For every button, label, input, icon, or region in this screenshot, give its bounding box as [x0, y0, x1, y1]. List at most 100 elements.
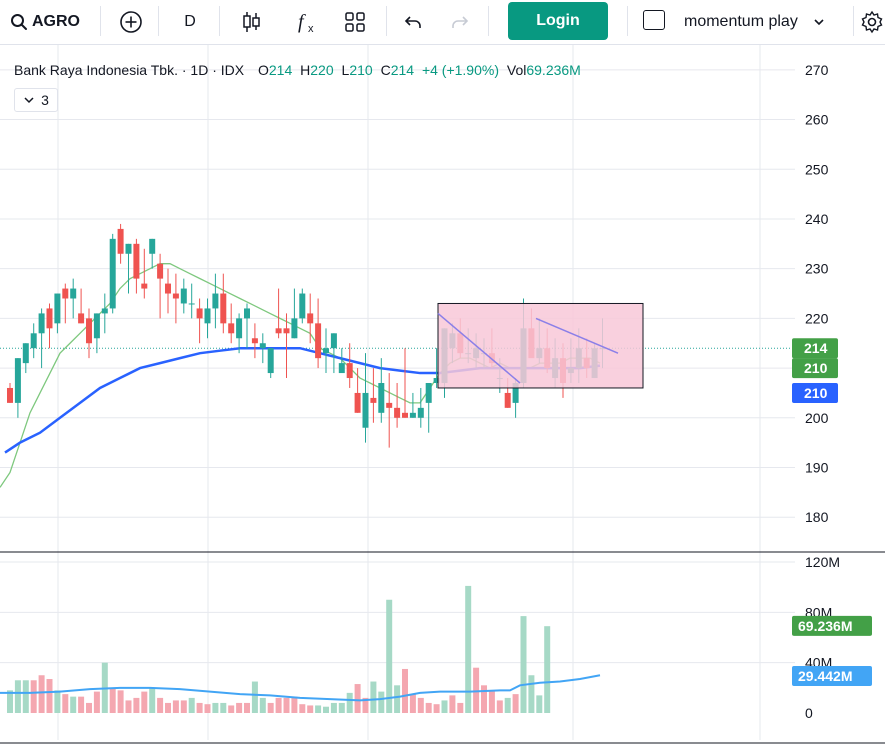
volume-bar: [299, 704, 306, 713]
chart-grid: [0, 45, 885, 744]
candle-body: [196, 308, 203, 319]
volume-bar: [488, 690, 495, 713]
candle-body: [228, 323, 235, 334]
volume-ma-line: [0, 674, 601, 702]
volume-bar: [504, 697, 511, 713]
volume-bar: [323, 706, 329, 713]
candle-body: [409, 412, 416, 418]
close-label: C: [380, 62, 391, 78]
volume-bar: [394, 685, 401, 713]
candle-body: [259, 343, 266, 349]
candle-body: [362, 392, 369, 428]
candle-body: [117, 228, 124, 254]
candle-body: [267, 348, 274, 374]
volume-bar: [259, 697, 266, 713]
volume-bar: [204, 704, 211, 713]
volume-bar: [465, 585, 472, 713]
volume-bar: [172, 700, 179, 713]
volume-bars: [0, 585, 601, 713]
candle-body: [402, 412, 408, 418]
price-badge-label: 214: [804, 340, 828, 356]
candle-body: [370, 397, 377, 403]
volume-bar: [441, 700, 448, 713]
volume-bar: [117, 690, 124, 713]
rectangle-drawing[interactable]: [437, 302, 644, 389]
candle-body: [172, 293, 179, 299]
price-tick-label: 250: [805, 161, 829, 177]
drawing-tools: [437, 302, 644, 389]
volume-bar: [86, 702, 92, 713]
candle-body: [307, 313, 314, 324]
low-value: 210: [349, 62, 373, 78]
volume-bar: [544, 626, 551, 713]
volume-bar: [386, 599, 393, 713]
price-tick-label: 260: [805, 112, 829, 128]
candle-body: [78, 313, 85, 324]
price-tick-label: 240: [805, 211, 829, 227]
volume-bar: [528, 675, 535, 713]
candle-body: [386, 402, 393, 408]
candle-body: [149, 238, 156, 254]
volume-bar: [212, 702, 219, 713]
volume-badge-label: 69.236M: [798, 618, 852, 634]
volume-bar: [157, 697, 164, 713]
candle-body: [54, 293, 61, 324]
volume-bar: [378, 691, 385, 713]
candle-body: [93, 313, 100, 339]
volume-bar: [149, 687, 156, 713]
price-tick-label: 220: [805, 310, 829, 326]
candle-body: [204, 308, 211, 324]
volume-bar: [496, 700, 503, 713]
candle-body: [346, 363, 353, 379]
volume-bar: [30, 680, 37, 713]
close-value: 214: [390, 62, 415, 78]
volume-bar: [228, 705, 235, 713]
volume-bar: [346, 692, 353, 713]
candle-body: [7, 387, 13, 403]
price-tick-label: 270: [805, 62, 829, 78]
volume-bar: [78, 696, 85, 713]
volume-bar: [251, 681, 258, 713]
candle-body: [283, 328, 290, 334]
candle-body: [157, 263, 164, 279]
volume-bar: [267, 702, 274, 713]
candle-body: [425, 383, 432, 403]
candle-body: [291, 318, 298, 339]
candle-body: [378, 383, 385, 413]
price-chart[interactable]: 180190200210220230240250260270040M80M120…: [0, 0, 885, 745]
open-value: 214: [268, 62, 293, 78]
candle-body: [338, 363, 345, 374]
candle-body: [38, 313, 45, 334]
instrument-name[interactable]: Bank Raya Indonesia Tbk.: [14, 62, 178, 78]
volume-bar: [291, 696, 298, 713]
price-tick-label: 180: [805, 509, 829, 525]
candle-body: [165, 283, 171, 294]
volume-bar: [141, 691, 148, 713]
volume-bar: [481, 685, 487, 713]
candle-body: [86, 318, 92, 344]
volume-bar: [46, 679, 53, 713]
volume-bar: [109, 687, 116, 713]
volume-bar: [70, 696, 77, 713]
candle-body: [109, 238, 116, 309]
volume-bar: [330, 702, 337, 713]
candle-body: [323, 348, 329, 354]
volume-bar: [402, 668, 408, 713]
candle-body: [14, 358, 21, 403]
volume-bar: [22, 680, 29, 713]
candle-body: [180, 288, 187, 304]
volume-bar: [54, 690, 61, 713]
volume-bar: [125, 700, 132, 713]
price-tick-label: 190: [805, 460, 829, 476]
volume-tick-label: 0: [805, 705, 813, 721]
candle-body: [236, 318, 243, 339]
volume-bar: [433, 704, 440, 713]
high-label: H: [300, 62, 311, 78]
price-badge-label: 210: [804, 385, 828, 401]
volume-bar: [307, 705, 314, 713]
volume-badge-label: 29.442M: [798, 668, 852, 684]
legend-exchange: IDX: [220, 62, 245, 78]
candle-body: [62, 288, 69, 299]
candle-body: [220, 293, 227, 324]
indicators-toggle[interactable]: 3: [14, 88, 58, 112]
